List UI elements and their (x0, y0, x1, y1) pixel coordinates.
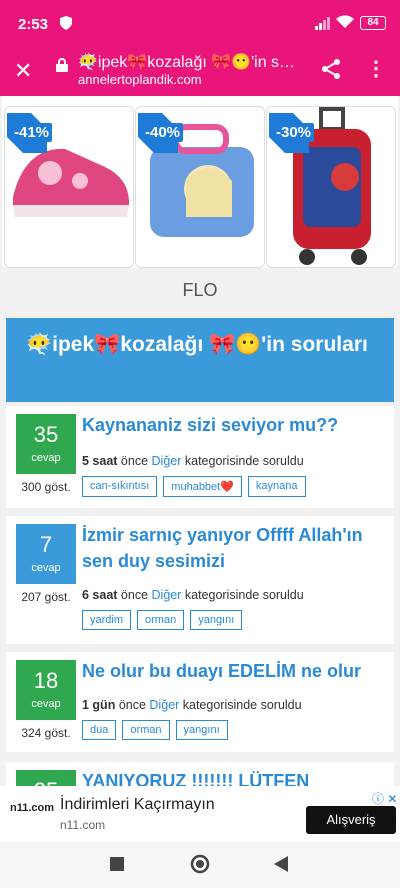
browser-toolbar: ✕ 😶‍🌫️ipek🎀kozalağı 🎀😶'in sorul… anneler… (0, 46, 400, 96)
category-link[interactable]: Diğer (152, 454, 182, 468)
view-count: 207 göst. (21, 590, 71, 604)
ad-logo: n11.com (10, 802, 55, 814)
question-item[interactable]: 35 cevap 300 göst. Kaynananiz sizi seviy… (6, 406, 394, 508)
battery-icon: 84 (360, 16, 386, 30)
ad-cta-button[interactable]: Alışveriş (306, 806, 396, 834)
question-item[interactable]: 18 cevap 324 göst. Ne olur bu duayı EDEL… (6, 652, 394, 752)
wifi-icon (336, 15, 354, 28)
ad-banner[interactable]: n11.com İndirimleri Kaçırmayın n11.com ⓘ… (0, 786, 400, 842)
tag[interactable]: dua (82, 720, 117, 740)
tag[interactable]: yangını (190, 610, 243, 630)
tag[interactable]: muhabbet❤️ (163, 476, 242, 497)
view-count: 300 göst. (21, 480, 71, 494)
discount-badge: -30% (273, 123, 315, 142)
section-header: 😶‍🌫️ipek🎀kozalağı 🎀😶'in soruları (6, 318, 394, 402)
answer-count: 35 (33, 422, 59, 447)
question-title[interactable]: İzmir sarnıç yanıyor Offff Allah'ın sen … (82, 522, 386, 574)
tag[interactable]: yardim (82, 610, 132, 630)
status-bar: 2:53 84 (0, 0, 400, 46)
answer-label: cevap (31, 452, 61, 464)
answer-count: 18 (33, 668, 59, 693)
view-count: 324 göst. (21, 726, 71, 740)
brand-label: FLO (182, 280, 218, 300)
answer-count-box: 7 cevap (16, 524, 76, 584)
status-time: 2:53 (18, 16, 49, 33)
more-options-icon[interactable]: ⋮ (366, 56, 386, 81)
product-carousel: -41% -40% -30% (2, 96, 398, 268)
answer-label: cevap (31, 562, 61, 574)
question-meta: 1 gün önce Diğer kategorisinde soruldu (82, 698, 302, 712)
question-meta: 5 saat önce Diğer kategorisinde soruldu (82, 454, 304, 468)
back-icon[interactable] (274, 856, 288, 872)
section-title: 😶‍🌫️ipek🎀kozalağı 🎀😶'in soruları (26, 333, 368, 356)
answer-label: cevap (31, 698, 61, 710)
question-title[interactable]: Kaynananiz sizi seviyor mu?? (82, 412, 386, 438)
answer-count: 7 (39, 532, 53, 557)
system-nav-bar (0, 842, 400, 888)
tag[interactable]: orman (137, 610, 185, 630)
recents-icon[interactable] (110, 857, 124, 871)
tag-list: dua orman yangını (82, 720, 228, 740)
answer-count-box: 18 cevap (16, 660, 76, 720)
question-item[interactable]: 7 cevap 207 göst. İzmir sarnıç yanıyor O… (6, 516, 394, 644)
question-title[interactable]: Ne olur bu duayı EDELİM ne olur (82, 658, 386, 684)
close-icon[interactable]: ✕ (14, 58, 32, 84)
tag[interactable]: can-sıkıntısı (82, 476, 158, 497)
ad-info-icon[interactable]: ⓘ ✕ (372, 790, 397, 807)
product-card-sneaker[interactable]: -41% (4, 106, 134, 268)
page-url: annelertoplandik.com (78, 72, 202, 87)
home-icon[interactable] (190, 854, 210, 874)
tag-list: can-sıkıntısı muhabbet❤️ kaynana (82, 476, 306, 497)
signal-icon (315, 17, 330, 30)
tag-list: yardim orman yangını (82, 610, 243, 630)
tag[interactable]: orman (122, 720, 170, 740)
answer-count-box: 25 (16, 770, 76, 786)
page-title: 😶‍🌫️ipek🎀kozalağı 🎀😶'in sorul… (78, 54, 298, 71)
tag[interactable]: yangını (175, 720, 228, 740)
answer-count-box: 35 cevap (16, 414, 76, 474)
category-link[interactable]: Diğer (149, 698, 179, 712)
tag[interactable]: kaynana (247, 476, 306, 497)
discount-badge: -40% (142, 123, 184, 142)
ad-headline[interactable]: İndirimleri Kaçırmayın (60, 796, 215, 814)
question-title[interactable]: YANIYORUZ !!!!!!! LÜTFEN (82, 768, 386, 786)
discount-badge: -41% (11, 123, 53, 142)
product-card-lunchbox[interactable]: -40% (135, 106, 265, 268)
product-card-backpack[interactable]: -30% (266, 106, 396, 268)
question-item[interactable]: 25 YANIYORUZ !!!!!!! LÜTFEN (6, 762, 394, 786)
ad-domain: n11.com (60, 818, 106, 832)
share-icon[interactable] (320, 58, 342, 80)
category-link[interactable]: Diğer (152, 588, 182, 602)
answer-count: 25 (16, 770, 76, 786)
lock-icon (56, 58, 68, 72)
shield-icon (60, 16, 72, 30)
question-meta: 6 saat önce Diğer kategorisinde soruldu (82, 588, 304, 602)
